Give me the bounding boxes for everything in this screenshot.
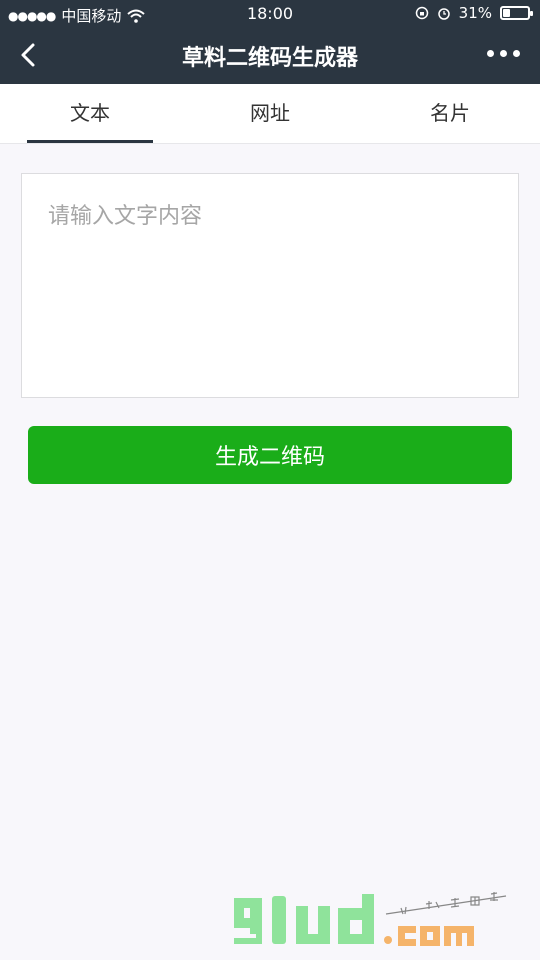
page: ●●●●● 中国移动 18:00 31% 草料二维码生成器 文本 网址 名片 请… bbox=[0, 0, 540, 960]
page-title: 草料二维码生成器 bbox=[181, 46, 358, 71]
battery-fill bbox=[503, 9, 510, 17]
dot bbox=[513, 50, 520, 57]
text-content-input[interactable] bbox=[22, 174, 518, 397]
tab-url[interactable]: 网址 bbox=[180, 84, 360, 143]
battery-percent: 31% bbox=[458, 4, 492, 22]
navigation-bar: 草料二维码生成器 bbox=[0, 28, 540, 84]
dot bbox=[487, 50, 494, 57]
watermark-logo bbox=[234, 892, 507, 946]
alarm-icon bbox=[437, 8, 450, 20]
generate-qr-button[interactable]: 生成二维码 bbox=[28, 426, 512, 484]
tab-text[interactable]: 文本 bbox=[0, 84, 180, 143]
text-input-container bbox=[21, 173, 519, 398]
top-bar: ●●●●● 中国移动 18:00 31% 草料二维码生成器 bbox=[0, 0, 540, 84]
status-right: 31% bbox=[415, 4, 533, 22]
battery-icon bbox=[500, 6, 533, 20]
status-bar: ●●●●● 中国移动 18:00 31% bbox=[0, 0, 540, 28]
orientation-lock-icon bbox=[415, 6, 428, 20]
tab-bar: 文本 网址 名片 bbox=[0, 84, 540, 144]
tab-business-card[interactable]: 名片 bbox=[360, 84, 540, 143]
more-dots-icon[interactable] bbox=[487, 50, 520, 57]
dot bbox=[500, 50, 507, 57]
